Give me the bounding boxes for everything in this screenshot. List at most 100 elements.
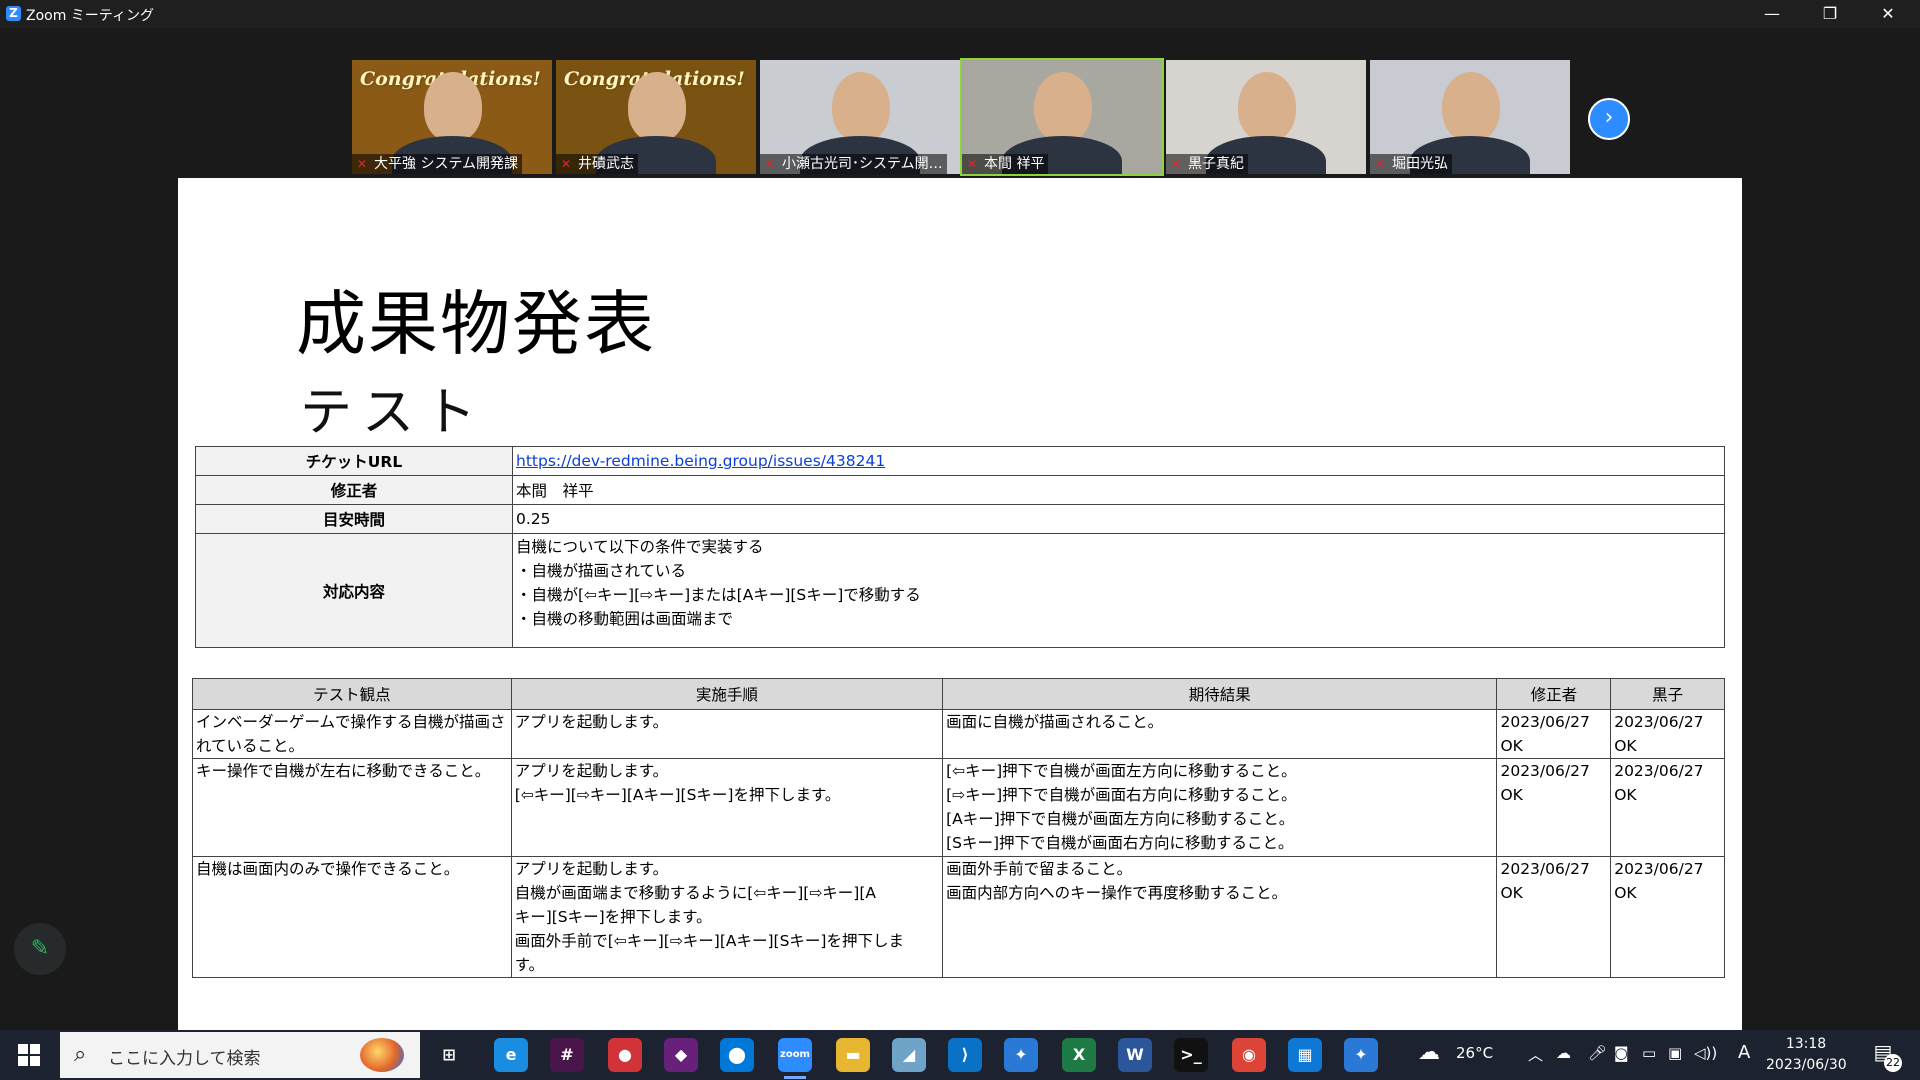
participant-face <box>1034 72 1092 142</box>
word-icon[interactable]: W <box>1118 1038 1152 1072</box>
muted-mic-icon: ✕ <box>765 157 776 171</box>
shared-screen: 成果物発表 テスト チケットURL https://dev-redmine.be… <box>178 178 1742 1058</box>
windows-start-icon[interactable] <box>18 1044 40 1066</box>
vscode-icon[interactable]: ⟩ <box>948 1038 982 1072</box>
window-titlebar: Z Zoom ミーティング — ❐ ✕ <box>0 0 1920 28</box>
cell-line: [⇨キー]押下で自機が画面右方向に移動すること。 <box>946 786 1297 804</box>
kuroko-result-cell: 2023/06/27 OK <box>1610 758 1725 857</box>
participant-face <box>1238 72 1296 142</box>
taskbar-search-box[interactable]: ⌕ ここに入力して検索 <box>60 1032 420 1078</box>
cell-line: [⇦キー]押下で自機が画面左方向に移動すること。 <box>946 762 1297 780</box>
editor-result-cell: 2023/06/27 OK <box>1496 709 1612 759</box>
cell-line: アプリを起動します。 <box>514 762 669 780</box>
clock-time: 13:18 <box>1785 1036 1827 1052</box>
close-button[interactable]: ✕ <box>1860 0 1916 28</box>
cell-line: 画面内部方向へのキー操作で再度移動すること。 <box>946 884 1288 902</box>
taskbar: ⌕ ここに入力して検索 ⊞ e # ● ◆ ⬤ zoom ▬ ◢ ⟩ ✦ X W >_ ◉ ▦ ✦ ☁ 26°C… <box>0 1030 1920 1080</box>
weather-temp[interactable]: 26°C <box>1456 1044 1493 1062</box>
slack-icon[interactable]: # <box>550 1038 584 1072</box>
participant-tile[interactable]: 黒子真紀 ✕ <box>1166 60 1366 174</box>
weather-cloud-icon[interactable]: ☁ <box>1418 1040 1440 1065</box>
participant-tile[interactable]: 本間 祥平 ✕ <box>960 58 1164 176</box>
cell-line: キー][Sキー]を押下します。 <box>514 908 712 926</box>
cell-line: インベーダーゲームで操作する自機が描画さ <box>196 713 506 731</box>
app-bird-icon[interactable]: ✦ <box>1004 1038 1038 1072</box>
ticket-url-cell: https://dev-redmine.being.group/issues/4… <box>512 446 1725 476</box>
participant-face <box>424 72 482 142</box>
cell-line: OK <box>1614 786 1637 804</box>
cell-line: 2023/06/27 <box>1614 762 1704 780</box>
participant-tile[interactable]: 小瀬古光司･システム開… ✕ <box>760 60 960 174</box>
volume-icon[interactable]: ◁)) <box>1694 1044 1717 1062</box>
excel-icon[interactable]: X <box>1062 1038 1096 1072</box>
expected-cell: 画面に自機が描画されること。 <box>942 709 1498 759</box>
notes-icon[interactable]: ◢ <box>892 1038 926 1072</box>
annotate-pen-icon[interactable]: ✎ <box>14 923 66 975</box>
task-view-icon[interactable]: ⊞ <box>432 1038 466 1072</box>
camera-icon[interactable]: ◙ <box>1614 1044 1629 1062</box>
editor-value: 本間 祥平 <box>512 475 1725 505</box>
cell-line: 画面外手前で[⇦キー][⇨キー][Aキー][Sキー]を押下しま <box>514 932 904 950</box>
zoom-icon[interactable]: zoom <box>778 1038 812 1079</box>
muted-mic-icon: ✕ <box>967 157 978 171</box>
onedrive-icon[interactable]: ☁ <box>1556 1044 1571 1062</box>
cell-line: OK <box>1614 884 1637 902</box>
participant-name-text: 本間 祥平 <box>984 156 1045 172</box>
participant-tile[interactable]: Congratulations!井磧武志✕ <box>556 60 756 174</box>
battery-icon[interactable]: ▭ <box>1642 1044 1656 1062</box>
muted-mic-icon: ✕ <box>1375 157 1386 171</box>
table-row: チケットURL https://dev-redmine.being.group/… <box>195 446 1725 476</box>
participant-name-text: 小瀬古光司･システム開… <box>782 156 943 172</box>
participant-name-text: 大平強 システム開発課 <box>374 156 519 172</box>
notification-icon[interactable]: ▤ 22 <box>1868 1040 1902 1072</box>
ime-indicator[interactable]: A <box>1738 1042 1750 1063</box>
table-header-row: テスト観点 実施手順 期待結果 修正者 黒子 <box>192 678 1725 710</box>
muted-mic-icon: ✕ <box>1171 157 1182 171</box>
terminal-icon[interactable]: >_ <box>1174 1038 1208 1072</box>
network-icon[interactable]: ▣ <box>1668 1044 1682 1062</box>
content-line: 自機について以下の条件で実装する <box>516 538 764 556</box>
teams-chat-icon[interactable]: ● <box>608 1038 642 1072</box>
file-explorer-icon[interactable]: ▬ <box>836 1038 870 1072</box>
clock[interactable]: 13:18 2023/06/30 <box>1766 1034 1847 1076</box>
cell-line: アプリを起動します。 <box>514 713 669 731</box>
viewpoint-cell: キー操作で自機が左右に移動できること。 <box>192 758 512 857</box>
expected-cell: 画面外手前で留まること。 画面内部方向へのキー操作で再度移動すること。 <box>942 856 1498 978</box>
participant-face <box>832 72 890 142</box>
header-expected: 期待結果 <box>942 678 1498 710</box>
ticket-link[interactable]: https://dev-redmine.being.group/issues/4… <box>516 452 885 470</box>
test-table: テスト観点 実施手順 期待結果 修正者 黒子 インベーダーゲームで操作する自機が… <box>192 678 1725 978</box>
cell-line: す。 <box>514 956 545 974</box>
cell-line: OK <box>1500 786 1523 804</box>
muted-mic-icon: ✕ <box>561 157 572 171</box>
mic-icon[interactable]: 🎤︎ <box>1588 1044 1607 1062</box>
table-row: キー操作で自機が左右に移動できること。 アプリを起動します。 [⇦キー][⇨キー][… <box>192 758 1725 857</box>
minimize-button[interactable]: — <box>1744 0 1800 28</box>
table-row: 目安時間 0.25 <box>195 504 1725 534</box>
cell-line: キー操作で自機が左右に移動できること。 <box>196 762 491 780</box>
next-participants-button[interactable]: › <box>1588 98 1630 140</box>
participant-tile[interactable]: 堀田光弘 ✕ <box>1370 60 1570 174</box>
tray-overflow-icon[interactable]: ︿ <box>1528 1044 1543 1065</box>
editor-result-cell: 2023/06/27 OK <box>1496 758 1612 857</box>
edge-icon[interactable]: e <box>494 1038 528 1072</box>
steps-cell: アプリを起動します。 [⇦キー][⇨キー][Aキー][Sキー]を押下します。 <box>510 758 944 857</box>
table-row: インベーダーゲームで操作する自機が描画さ れていること。 アプリを起動します。 画面に… <box>192 709 1725 759</box>
participant-name-text: 黒子真紀 <box>1188 156 1244 172</box>
participant-tile[interactable]: Congratulations!大平強 システム開発課✕ <box>352 60 552 174</box>
cell-line: 2023/06/27 <box>1500 713 1590 731</box>
cell-line: [⇦キー][⇨キー][Aキー][Sキー]を押下します。 <box>514 786 841 804</box>
editor-result-cell: 2023/06/27 OK <box>1496 856 1612 978</box>
viewpoint-cell: インベーダーゲームで操作する自機が描画さ れていること。 <box>192 709 512 759</box>
restore-button[interactable]: ❐ <box>1802 0 1858 28</box>
visual-studio-icon[interactable]: ◆ <box>664 1038 698 1072</box>
maps-icon[interactable]: ⬤ <box>720 1038 754 1072</box>
header-kuroko: 黒子 <box>1610 678 1725 710</box>
calendar-icon[interactable]: ▦ <box>1288 1038 1322 1072</box>
steps-cell: アプリを起動します。 <box>510 709 944 759</box>
participant-name-text: 堀田光弘 <box>1392 156 1448 172</box>
zoom-logo-icon: Z <box>6 6 21 21</box>
content-line: ・自機が描画されている <box>516 562 687 580</box>
chrome-icon[interactable]: ◉ <box>1232 1038 1266 1072</box>
app-bird2-icon[interactable]: ✦ <box>1344 1038 1378 1072</box>
